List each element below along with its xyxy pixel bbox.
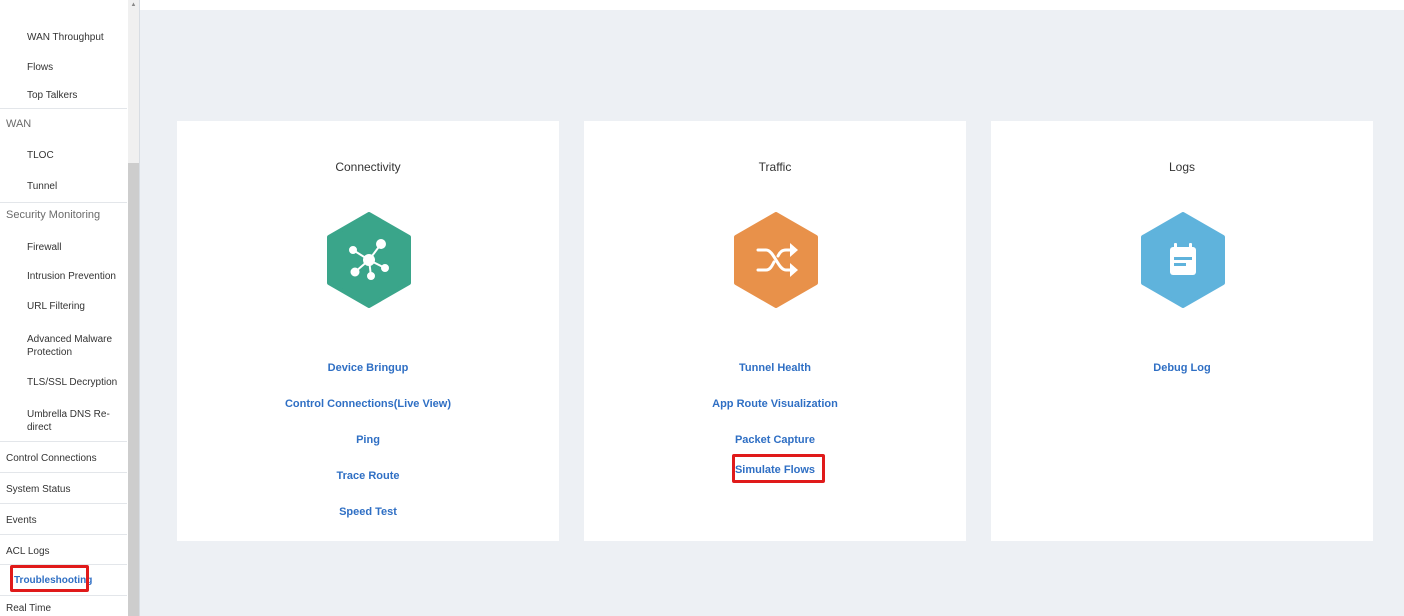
link-label[interactable]: Tunnel Health: [739, 362, 811, 374]
selection-highlight: [10, 565, 89, 592]
link-tunnel-health[interactable]: Tunnel Health: [584, 362, 966, 374]
sidebar-item-tunnel[interactable]: Tunnel: [0, 180, 127, 193]
link-app-route-visualization[interactable]: App Route Visualization: [584, 398, 966, 410]
traffic-card: Traffic Tunnel Health App Route Visualiz…: [584, 121, 966, 541]
scroll-up-icon[interactable]: ▲: [130, 0, 137, 10]
link-control-connections-live-view[interactable]: Control Connections(Live View): [177, 398, 559, 410]
sidebar-item-flows[interactable]: Flows: [0, 61, 127, 74]
sidebar-divider: [0, 202, 127, 203]
sidebar-divider: [0, 108, 127, 109]
link-label[interactable]: Control Connections(Live View): [285, 398, 451, 410]
calendar-log-icon: [1141, 212, 1225, 308]
sidebar-item-control-connections[interactable]: Control Connections: [0, 452, 127, 465]
link-speed-test[interactable]: Speed Test: [177, 506, 559, 518]
card-title: Connectivity: [335, 160, 401, 174]
sidebar-item-url-filtering[interactable]: URL Filtering: [0, 300, 127, 313]
sidebar-divider: [0, 534, 127, 535]
main-content: Connectivity Device Bringup Control Conn…: [140, 10, 1404, 616]
card-title: Logs: [1168, 160, 1196, 174]
sidebar-scrollbar[interactable]: ▲: [128, 0, 139, 616]
network-hub-icon: [327, 212, 411, 308]
sidebar-item-top-talkers[interactable]: Top Talkers: [0, 89, 127, 102]
scrollbar-thumb[interactable]: [128, 163, 139, 616]
sidebar-item-real-time[interactable]: Real Time: [0, 602, 127, 615]
link-label[interactable]: Device Bringup: [328, 362, 409, 374]
card-title: Traffic: [758, 160, 792, 174]
sidebar-divider: [0, 503, 127, 504]
sidebar-item-umbrella-dns-redirect[interactable]: Umbrella DNS Re-direct: [0, 408, 110, 434]
shuffle-icon: [734, 212, 818, 308]
sidebar-item-advanced-malware-protection[interactable]: Advanced Malware Protection: [0, 333, 120, 359]
logs-card: Logs Debug Log: [991, 121, 1373, 541]
sidebar-nav: WAN Throughput Flows Top Talkers WAN TLO…: [0, 0, 127, 616]
sidebar-item-tloc[interactable]: TLOC: [0, 149, 127, 162]
sidebar-section-security-monitoring[interactable]: Security Monitoring: [0, 209, 127, 222]
sidebar-item-wan-throughput[interactable]: WAN Throughput: [0, 31, 127, 44]
link-trace-route[interactable]: Trace Route: [177, 470, 559, 482]
connectivity-card: Connectivity Device Bringup Control Conn…: [177, 121, 559, 541]
link-label[interactable]: Ping: [356, 434, 380, 446]
sidebar-divider: [0, 595, 127, 596]
link-label[interactable]: Debug Log: [1153, 362, 1210, 374]
sidebar-divider: [0, 441, 127, 442]
link-ping[interactable]: Ping: [177, 434, 559, 446]
sidebar-item-tls-ssl-decryption[interactable]: TLS/SSL Decryption: [0, 376, 127, 389]
simulate-flows-highlight: [732, 454, 825, 483]
link-label[interactable]: Packet Capture: [735, 434, 815, 446]
sidebar-item-events[interactable]: Events: [0, 514, 127, 527]
link-label[interactable]: Trace Route: [337, 470, 400, 482]
sidebar-divider: [0, 472, 127, 473]
link-device-bringup[interactable]: Device Bringup: [177, 362, 559, 374]
link-label[interactable]: App Route Visualization: [712, 398, 838, 410]
link-debug-log[interactable]: Debug Log: [991, 362, 1373, 374]
sidebar-item-acl-logs[interactable]: ACL Logs: [0, 545, 127, 558]
link-packet-capture[interactable]: Packet Capture: [584, 434, 966, 446]
sidebar-item-system-status[interactable]: System Status: [0, 483, 127, 496]
sidebar-section-wan[interactable]: WAN: [0, 118, 127, 131]
sidebar: WAN Throughput Flows Top Talkers WAN TLO…: [0, 0, 140, 616]
sidebar-item-firewall[interactable]: Firewall: [0, 241, 127, 254]
link-label[interactable]: Speed Test: [339, 506, 397, 518]
sidebar-item-intrusion-prevention[interactable]: Intrusion Prevention: [0, 270, 127, 283]
